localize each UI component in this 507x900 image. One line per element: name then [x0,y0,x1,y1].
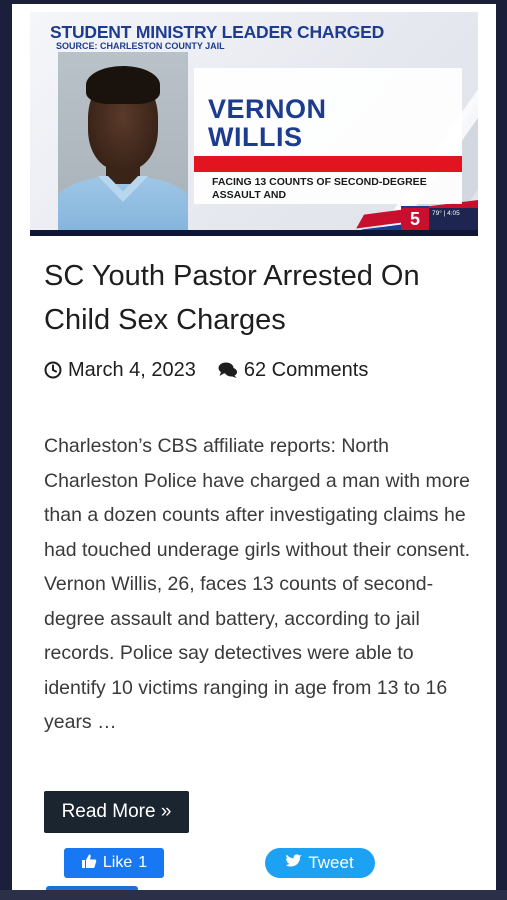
red-divider-bar [194,156,462,172]
news-ticker [30,230,478,236]
comment-icon [218,361,238,379]
channel-logo: 5 [401,208,429,230]
news-source: SOURCE: CHARLESTON COUNTY JAIL [56,41,225,51]
news-headline: STUDENT MINISTRY LEADER CHARGED [50,22,385,42]
name-lower-third: VERNON WILLIS FACING 13 COUNTS OF SECOND… [194,68,462,204]
tweet-label: Tweet [308,853,354,872]
article-meta: March 4, 2023 62 Comments [44,358,368,382]
read-more-button[interactable]: Read More » [44,791,189,833]
subject-first-name: VERNON [208,94,327,124]
like-count: 1 [138,854,148,871]
article-card: STUDENT MINISTRY LEADER CHARGED SOURCE: … [12,4,496,890]
article-excerpt: Charleston’s CBS affiliate reports: Nort… [44,435,471,733]
like-label: Like [102,854,133,871]
post-date[interactable]: March 4, 2023 [68,359,196,382]
thumbs-up-icon [81,853,97,874]
comments-link[interactable]: 62 Comments [244,359,369,382]
bottom-bar [0,890,507,900]
twitter-bird-icon [285,853,303,873]
weather-time-badge: 79° | 4:05 [429,208,478,230]
news-screenshot-image[interactable]: STUDENT MINISTRY LEADER CHARGED SOURCE: … [30,12,478,236]
mugshot-photo [58,52,188,234]
tweet-button[interactable]: Tweet [265,848,375,878]
clock-icon [44,361,62,379]
facebook-like-button[interactable]: Like 1 [64,848,164,878]
charge-caption: FACING 13 COUNTS OF SECOND-DEGREE ASSAUL… [212,176,427,201]
article-title[interactable]: SC Youth Pastor Arrested On Child Sex Ch… [44,254,484,342]
subject-last-name: WILLIS [208,122,303,152]
